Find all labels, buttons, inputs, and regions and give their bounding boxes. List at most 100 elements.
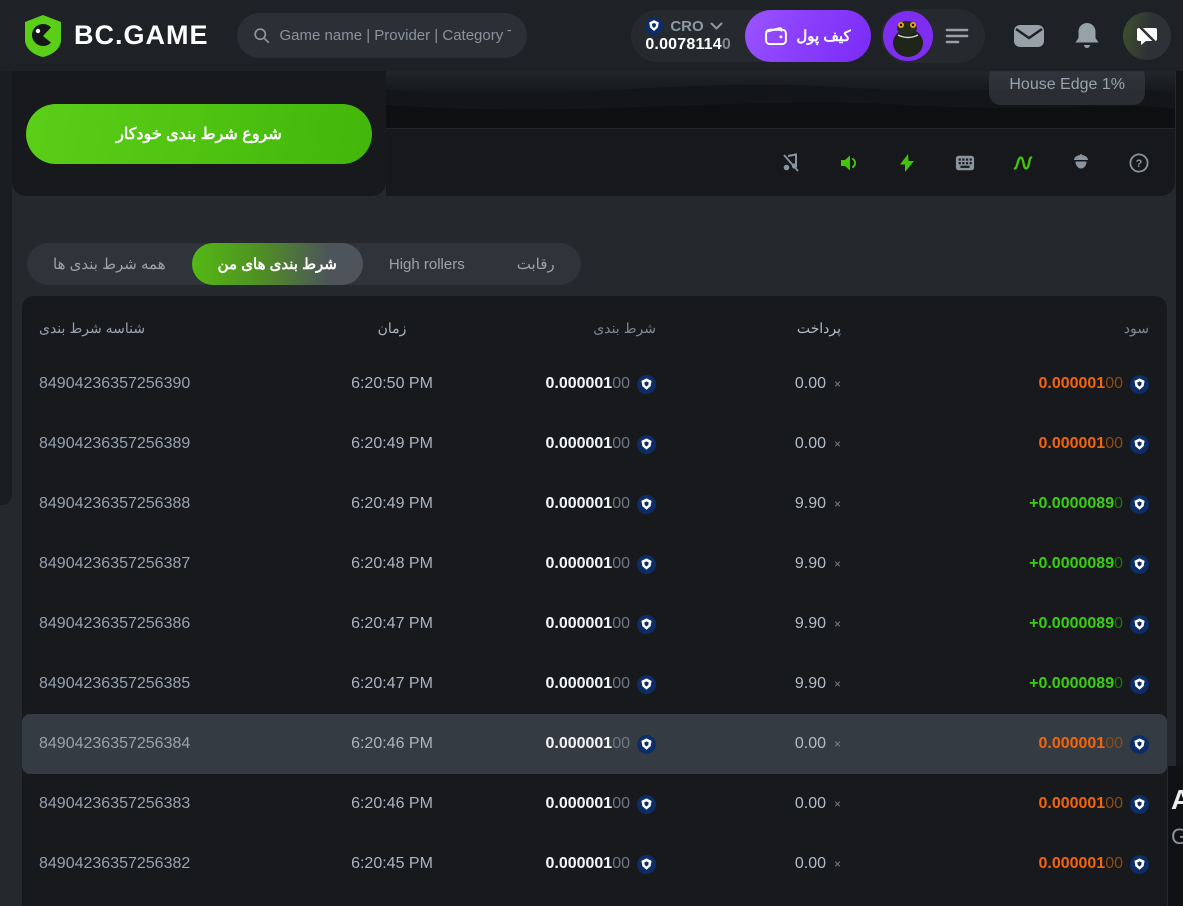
- cro-coin-icon: [1130, 495, 1149, 514]
- game-display-card: House Edge 1% ?: [386, 71, 1175, 196]
- cro-coin-icon: [637, 495, 656, 514]
- header-bet: شرط بندی: [462, 320, 656, 337]
- tab-0[interactable]: همه شرط بندی ها: [27, 243, 192, 285]
- cutoff-text-line1: A: [1171, 784, 1183, 816]
- header-time: زمان: [322, 320, 462, 337]
- cutoff-text-line2: G: [1171, 824, 1183, 850]
- table-row[interactable]: 84904236357256388 6:20:49 PM 0.00000100 …: [22, 474, 1167, 534]
- bet-time: 6:20:49 PM: [322, 435, 462, 453]
- bet-amount: 0.00000100: [462, 795, 656, 814]
- cro-coin-icon: [645, 17, 664, 36]
- bet-menu-icon[interactable]: [945, 27, 969, 45]
- chevron-down-icon: [710, 22, 723, 31]
- bet-time: 6:20:47 PM: [322, 675, 462, 693]
- bet-payout: 0.00×: [656, 375, 841, 393]
- cro-coin-icon: [637, 795, 656, 814]
- bet-id: 84904236357256387: [22, 555, 322, 573]
- header-bet-id: شناسه شرط بندی: [22, 320, 322, 337]
- bet-amount: 0.00000100: [462, 435, 656, 454]
- help-icon[interactable]: ?: [1129, 153, 1149, 173]
- bell-icon[interactable]: [1073, 21, 1101, 51]
- hotkeys-icon[interactable]: [955, 153, 975, 173]
- balance-wallet-group: CRO 0.00781140 کیف پول: [631, 10, 871, 62]
- avatar[interactable]: [883, 11, 933, 61]
- profile-group[interactable]: [881, 9, 985, 63]
- tab-3[interactable]: رقابت: [491, 243, 581, 285]
- bet-id: 84904236357256386: [22, 615, 322, 633]
- bet-id: 84904236357256383: [22, 795, 322, 813]
- bet-time: 6:20:48 PM: [322, 555, 462, 573]
- header-profit: سود: [841, 320, 1149, 337]
- table-row[interactable]: 84904236357256382 6:20:45 PM 0.00000100 …: [22, 834, 1167, 894]
- table-body: 84904236357256390 6:20:50 PM 0.00000100 …: [22, 354, 1167, 894]
- bet-payout: 0.00×: [656, 735, 841, 753]
- navbar: BC.GAME CRO 0.00781140: [0, 0, 1183, 71]
- table-row[interactable]: 84904236357256384 6:20:46 PM 0.00000100 …: [22, 714, 1167, 774]
- search-input[interactable]: [280, 27, 511, 44]
- chat-toggle-icon[interactable]: [1123, 12, 1171, 60]
- bet-amount: 0.00000100: [462, 495, 656, 514]
- bet-id: 84904236357256382: [22, 855, 322, 873]
- bet-time: 6:20:46 PM: [322, 795, 462, 813]
- table-row[interactable]: 84904236357256389 6:20:49 PM 0.00000100 …: [22, 414, 1167, 474]
- cro-coin-icon: [1130, 795, 1149, 814]
- wallet-icon: [765, 27, 787, 45]
- cro-coin-icon: [637, 435, 656, 454]
- currency-selector[interactable]: CRO 0.00781140: [631, 13, 745, 58]
- collapsed-sidebar-edge: [0, 71, 12, 505]
- cro-coin-icon: [637, 615, 656, 634]
- table-row[interactable]: 84904236357256387 6:20:48 PM 0.00000100 …: [22, 534, 1167, 594]
- cro-coin-icon: [637, 855, 656, 874]
- music-off-icon[interactable]: [781, 153, 801, 173]
- seed-icon[interactable]: [1071, 153, 1091, 173]
- bet-payout: 9.90×: [656, 495, 841, 513]
- cutoff-side-panel: A G: [1168, 766, 1183, 906]
- bet-id: 84904236357256384: [22, 735, 322, 753]
- tab-1[interactable]: شرط بندی های من: [192, 243, 363, 285]
- cro-coin-icon: [637, 375, 656, 394]
- bet-payout: 9.90×: [656, 675, 841, 693]
- bet-profit: +0.00000890: [841, 495, 1149, 514]
- cro-coin-icon: [637, 735, 656, 754]
- brand[interactable]: BC.GAME: [22, 14, 209, 58]
- svg-text:?: ?: [1136, 158, 1143, 170]
- game-toolbar: ?: [386, 128, 1175, 196]
- bets-table: شناسه شرط بندی زمان شرط بندی پرداخت سود …: [22, 296, 1167, 906]
- bet-profit: 0.00000100: [841, 855, 1149, 874]
- bet-amount: 0.00000100: [462, 615, 656, 634]
- start-autobet-button[interactable]: شروع شرط بندی خودکار: [26, 104, 372, 164]
- bet-id: 84904236357256388: [22, 495, 322, 513]
- search-bar[interactable]: [237, 13, 527, 58]
- fast-bet-icon[interactable]: [897, 153, 917, 173]
- tab-2[interactable]: High rollers: [363, 243, 491, 285]
- bet-payout: 9.90×: [656, 615, 841, 633]
- currency-code: CRO: [670, 18, 703, 35]
- bet-time: 6:20:49 PM: [322, 495, 462, 513]
- bet-payout: 0.00×: [656, 795, 841, 813]
- cro-coin-icon: [1130, 555, 1149, 574]
- house-edge-badge: House Edge 1%: [989, 65, 1145, 105]
- bet-payout: 0.00×: [656, 855, 841, 873]
- bet-control-panel: شروع شرط بندی خودکار: [12, 71, 386, 196]
- bet-time: 6:20:47 PM: [322, 615, 462, 633]
- mail-icon[interactable]: [1013, 23, 1045, 49]
- bet-profit: 0.00000100: [841, 735, 1149, 754]
- cro-coin-icon: [1130, 675, 1149, 694]
- bet-profit: 0.00000100: [841, 795, 1149, 814]
- bet-payout: 0.00×: [656, 435, 841, 453]
- bet-time: 6:20:45 PM: [322, 855, 462, 873]
- bet-tabs: همه شرط بندی هاشرط بندی های منHigh rolle…: [27, 243, 581, 285]
- table-row[interactable]: 84904236357256390 6:20:50 PM 0.00000100 …: [22, 354, 1167, 414]
- table-row[interactable]: 84904236357256383 6:20:46 PM 0.00000100 …: [22, 774, 1167, 834]
- wallet-button[interactable]: کیف پول: [745, 10, 871, 62]
- cro-coin-icon: [637, 555, 656, 574]
- table-row[interactable]: 84904236357256385 6:20:47 PM 0.00000100 …: [22, 654, 1167, 714]
- bet-id: 84904236357256385: [22, 675, 322, 693]
- cro-coin-icon: [1130, 435, 1149, 454]
- sound-icon[interactable]: [839, 153, 859, 173]
- live-stats-icon[interactable]: [1013, 153, 1033, 173]
- table-row[interactable]: 84904236357256386 6:20:47 PM 0.00000100 …: [22, 594, 1167, 654]
- bet-profit: +0.00000890: [841, 675, 1149, 694]
- bcgame-logo-icon: [22, 14, 64, 58]
- bet-amount: 0.00000100: [462, 555, 656, 574]
